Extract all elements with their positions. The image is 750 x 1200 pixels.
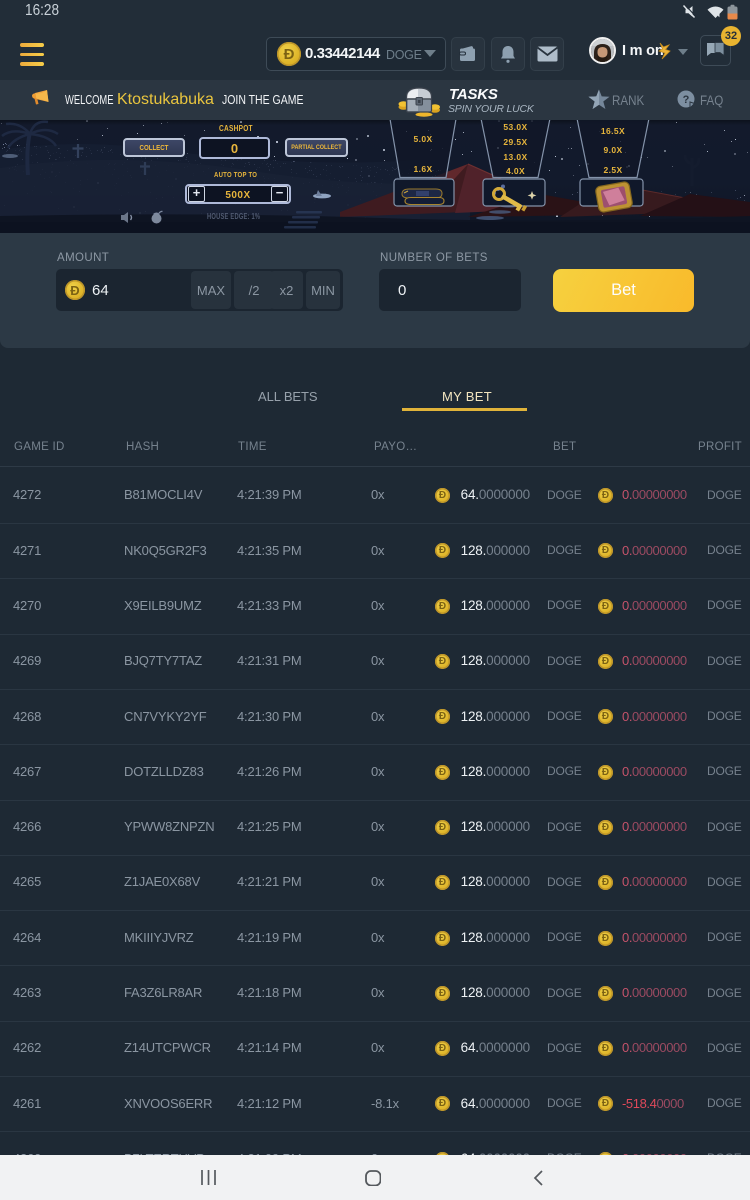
svg-text:?: ? — [683, 94, 690, 106]
